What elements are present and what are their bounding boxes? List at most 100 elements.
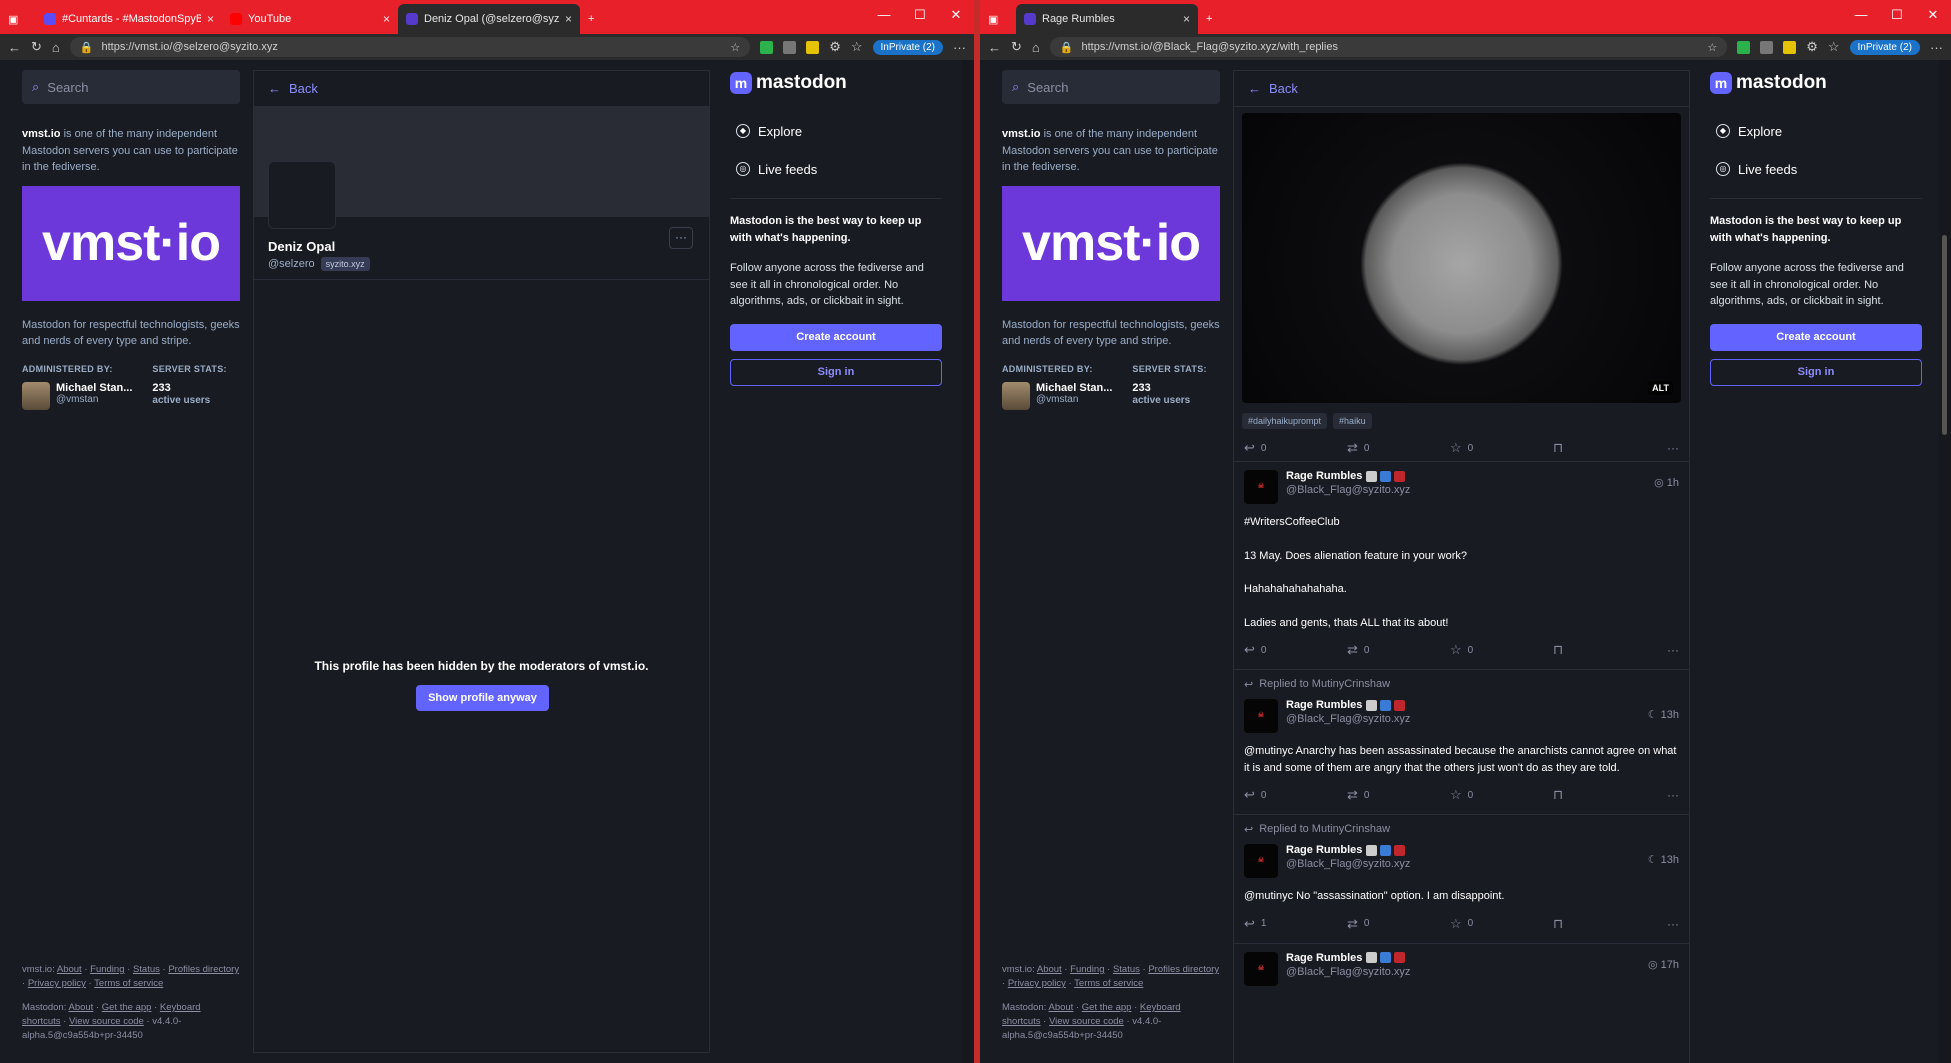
reply-button[interactable]: ↩ 0: [1244, 787, 1347, 803]
refresh-icon[interactable]: ↻: [1011, 39, 1022, 55]
inprivate-badge[interactable]: InPrivate (2): [1849, 39, 1920, 55]
more-options-icon[interactable]: ···: [1667, 643, 1679, 657]
alt-badge[interactable]: ALT: [1648, 381, 1673, 395]
admin-account[interactable]: Michael Stan... @vmstan: [1002, 381, 1112, 410]
hashtag[interactable]: #haiku: [1333, 413, 1372, 429]
extensions-icon[interactable]: ⚙: [1806, 39, 1818, 55]
more-options-icon[interactable]: ···: [1667, 788, 1679, 802]
mastodon-logo[interactable]: m mastodon: [730, 72, 942, 94]
tab-actions-button[interactable]: ▣: [980, 4, 1016, 34]
address-bar[interactable]: 🔒 https://vmst.io/@selzero@syzito.xyz ☆: [69, 37, 751, 57]
footer-link[interactable]: Get the app: [1082, 1002, 1132, 1013]
favorites-icon[interactable]: ☆: [1828, 39, 1840, 55]
favourite-button[interactable]: ☆ 0: [1450, 787, 1553, 803]
minimize-icon[interactable]: —: [866, 0, 902, 30]
close-tab-icon[interactable]: ×: [383, 12, 390, 26]
favorites-icon[interactable]: ☆: [851, 39, 863, 55]
tab-item[interactable]: #Cuntards - #MastodonSpyBallo ×: [36, 4, 222, 34]
bookmark-button[interactable]: ⊓: [1553, 787, 1656, 803]
extension-icon[interactable]: [1760, 40, 1774, 54]
footer-link[interactable]: About: [57, 964, 82, 975]
create-account-button[interactable]: Create account: [1710, 323, 1922, 351]
boost-button[interactable]: ⇄ 0: [1347, 642, 1450, 658]
extension-icon[interactable]: [806, 40, 820, 54]
more-menu-icon[interactable]: ···: [953, 40, 966, 55]
more-options-icon[interactable]: ···: [1667, 441, 1679, 455]
status-post[interactable]: ☠ Rage Rumbles @Black_Flag@syzito.xyz ◎ …: [1234, 942, 1689, 992]
footer-link[interactable]: Status: [1113, 964, 1140, 975]
search-input[interactable]: ⌕ Search: [22, 70, 240, 104]
boost-button[interactable]: ⇄ 0: [1347, 916, 1450, 932]
mastodon-logo[interactable]: m mastodon: [1710, 72, 1922, 94]
footer-link[interactable]: Funding: [90, 964, 124, 975]
bookmark-button[interactable]: ⊓: [1553, 916, 1656, 932]
favorite-star-icon[interactable]: ☆: [1707, 41, 1717, 54]
post-timestamp[interactable]: ☾ 13h: [1648, 708, 1679, 721]
more-menu-icon[interactable]: ···: [1930, 40, 1943, 55]
scrollbar-thumb[interactable]: [1942, 235, 1947, 435]
hashtag[interactable]: #dailyhaikuprompt: [1242, 413, 1328, 429]
display-name[interactable]: Rage Rumbles: [1286, 952, 1410, 964]
favourite-button[interactable]: ☆ 0: [1450, 916, 1553, 932]
close-tab-icon[interactable]: ×: [207, 12, 214, 26]
post-timestamp[interactable]: ◎ 17h: [1648, 958, 1679, 971]
show-profile-button[interactable]: Show profile anyway: [416, 685, 549, 711]
domain-badge[interactable]: syzito.xyz: [320, 257, 370, 271]
display-name[interactable]: Rage Rumbles: [1286, 844, 1410, 856]
nav-item-explore[interactable]: ◆ Explore: [1710, 112, 1922, 150]
sign-in-button[interactable]: Sign in: [730, 358, 942, 386]
back-nav-icon[interactable]: ←: [8, 40, 21, 55]
footer-link[interactable]: About: [1049, 1002, 1074, 1013]
more-options-icon[interactable]: ···: [669, 227, 693, 249]
tab-actions-button[interactable]: ▣: [0, 4, 36, 34]
avatar[interactable]: ☠: [1244, 470, 1278, 504]
nav-item-explore[interactable]: ◆ Explore: [730, 112, 942, 150]
avatar[interactable]: ☠: [1244, 951, 1278, 986]
status-post[interactable]: ↩ Replied to MutinyCrinshaw ☠ Rage Rumble…: [1234, 669, 1689, 814]
more-options-icon[interactable]: ···: [1667, 917, 1679, 931]
scrollbar[interactable]: [1939, 60, 1951, 1063]
back-nav-icon[interactable]: ←: [988, 40, 1001, 55]
post-timestamp[interactable]: ◎ 1h: [1654, 476, 1679, 489]
favorite-star-icon[interactable]: ☆: [730, 41, 740, 54]
nav-item-live-feeds[interactable]: ◎ Live feeds: [1710, 150, 1922, 188]
bookmark-button[interactable]: ⊓: [1553, 440, 1656, 456]
extension-icon[interactable]: [783, 40, 797, 54]
boost-button[interactable]: ⇄ 0: [1347, 787, 1450, 803]
tab-item[interactable]: YouTube ×: [222, 4, 398, 34]
moon-image[interactable]: ALT: [1242, 113, 1681, 403]
status-post[interactable]: ☠ Rage Rumbles @Black_Flag@syzito.xyz ◎ …: [1234, 461, 1689, 669]
back-button[interactable]: ← Back: [254, 71, 709, 107]
footer-link[interactable]: Terms of service: [94, 978, 163, 989]
footer-link[interactable]: Get the app: [102, 1002, 152, 1013]
footer-link[interactable]: Status: [133, 964, 160, 975]
footer-link[interactable]: Funding: [1070, 964, 1104, 975]
new-tab-button[interactable]: +: [580, 4, 602, 34]
extension-icon[interactable]: [760, 40, 774, 54]
footer-link[interactable]: Profiles directory: [168, 964, 239, 975]
address-bar[interactable]: 🔒 https://vmst.io/@Black_Flag@syzito.xyz…: [1049, 37, 1728, 57]
maximize-icon[interactable]: ☐: [902, 0, 938, 30]
search-input[interactable]: ⌕ Search: [1002, 70, 1220, 104]
reply-button[interactable]: ↩ 0: [1244, 642, 1347, 658]
footer-link[interactable]: Profiles directory: [1148, 964, 1219, 975]
scrollbar[interactable]: [962, 60, 974, 1063]
home-icon[interactable]: ⌂: [1032, 40, 1040, 55]
sign-in-button[interactable]: Sign in: [1710, 358, 1922, 386]
avatar[interactable]: ☠: [1244, 844, 1278, 878]
close-tab-icon[interactable]: ×: [565, 12, 572, 26]
reply-button[interactable]: ↩ 1: [1244, 916, 1347, 932]
minimize-icon[interactable]: —: [1843, 0, 1879, 30]
footer-link[interactable]: Terms of service: [1074, 978, 1143, 989]
nav-item-live-feeds[interactable]: ◎ Live feeds: [730, 150, 942, 188]
favourite-button[interactable]: ☆ 0: [1450, 642, 1553, 658]
footer-link[interactable]: View source code: [69, 1016, 144, 1027]
boost-button[interactable]: ⇄ 0: [1347, 440, 1450, 456]
display-name[interactable]: Rage Rumbles: [1286, 699, 1410, 711]
extensions-icon[interactable]: ⚙: [829, 39, 841, 55]
avatar[interactable]: ☠: [1244, 699, 1278, 733]
status-post[interactable]: ↩ Replied to MutinyCrinshaw ☠ Rage Rumble…: [1234, 814, 1689, 943]
extension-icon[interactable]: [1783, 40, 1797, 54]
home-icon[interactable]: ⌂: [52, 40, 60, 55]
close-tab-icon[interactable]: ×: [1183, 12, 1190, 26]
